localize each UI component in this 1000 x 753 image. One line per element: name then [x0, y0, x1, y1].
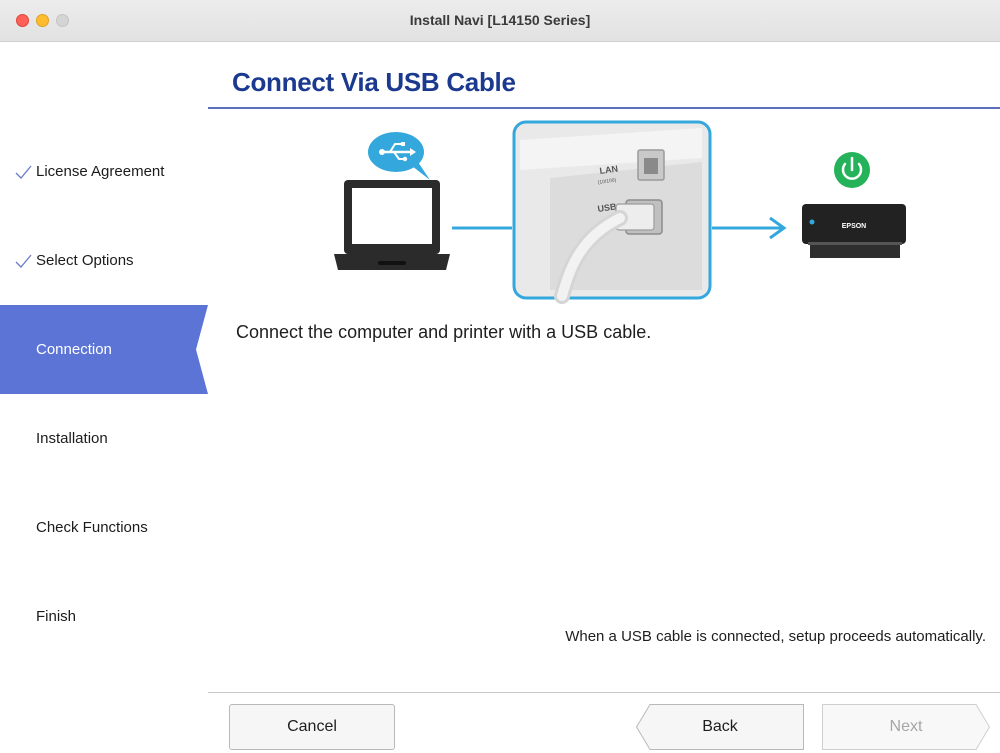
- step-license-agreement: License Agreement: [0, 127, 210, 216]
- step-check-functions: Check Functions: [0, 483, 210, 572]
- step-label: Finish: [36, 608, 77, 625]
- instruction-text: Connect the computer and printer with a …: [236, 322, 652, 342]
- window-titlebar: Install Navi [L14150 Series]: [0, 0, 1000, 42]
- laptop-icon: [334, 180, 450, 270]
- usb-symbol-icon: [368, 132, 430, 180]
- auto-proceed-note: When a USB cable is connected, setup pro…: [565, 628, 986, 645]
- page-title: Connect Via USB Cable: [232, 67, 516, 97]
- checkmark-icon: [15, 165, 32, 179]
- steps-sidebar: License Agreement Select Options Connect…: [0, 42, 210, 753]
- step-finish: Finish: [0, 572, 210, 661]
- step-label: Check Functions: [36, 519, 148, 536]
- heading-divider: [208, 107, 1000, 109]
- svg-text:EPSON: EPSON: [842, 223, 867, 230]
- step-label: Installation: [36, 430, 108, 447]
- checkmark-icon: [15, 254, 32, 268]
- step-label: Select Options: [36, 252, 134, 269]
- power-icon: [834, 152, 870, 188]
- cancel-button[interactable]: Cancel: [229, 704, 395, 750]
- back-button[interactable]: Back: [636, 704, 804, 750]
- step-select-options: Select Options: [0, 216, 210, 305]
- footer-divider: [208, 692, 1000, 693]
- window-title: Install Navi [L14150 Series]: [409, 12, 591, 28]
- back-button-label: Back: [702, 718, 738, 735]
- next-button[interactable]: Next: [822, 704, 990, 750]
- printer-port-closeup: LAN (10/100) USB: [512, 120, 712, 304]
- next-button-label: Next: [889, 718, 923, 735]
- step-installation: Installation: [0, 394, 210, 483]
- step-connection: Connection: [0, 305, 210, 394]
- cancel-button-label: Cancel: [287, 718, 337, 735]
- step-label: Connection: [36, 341, 112, 358]
- step-label: License Agreement: [36, 163, 165, 180]
- usb-connection-illustration: LAN (10/100) USB EPSON: [334, 120, 906, 304]
- printer-icon: EPSON: [802, 204, 906, 258]
